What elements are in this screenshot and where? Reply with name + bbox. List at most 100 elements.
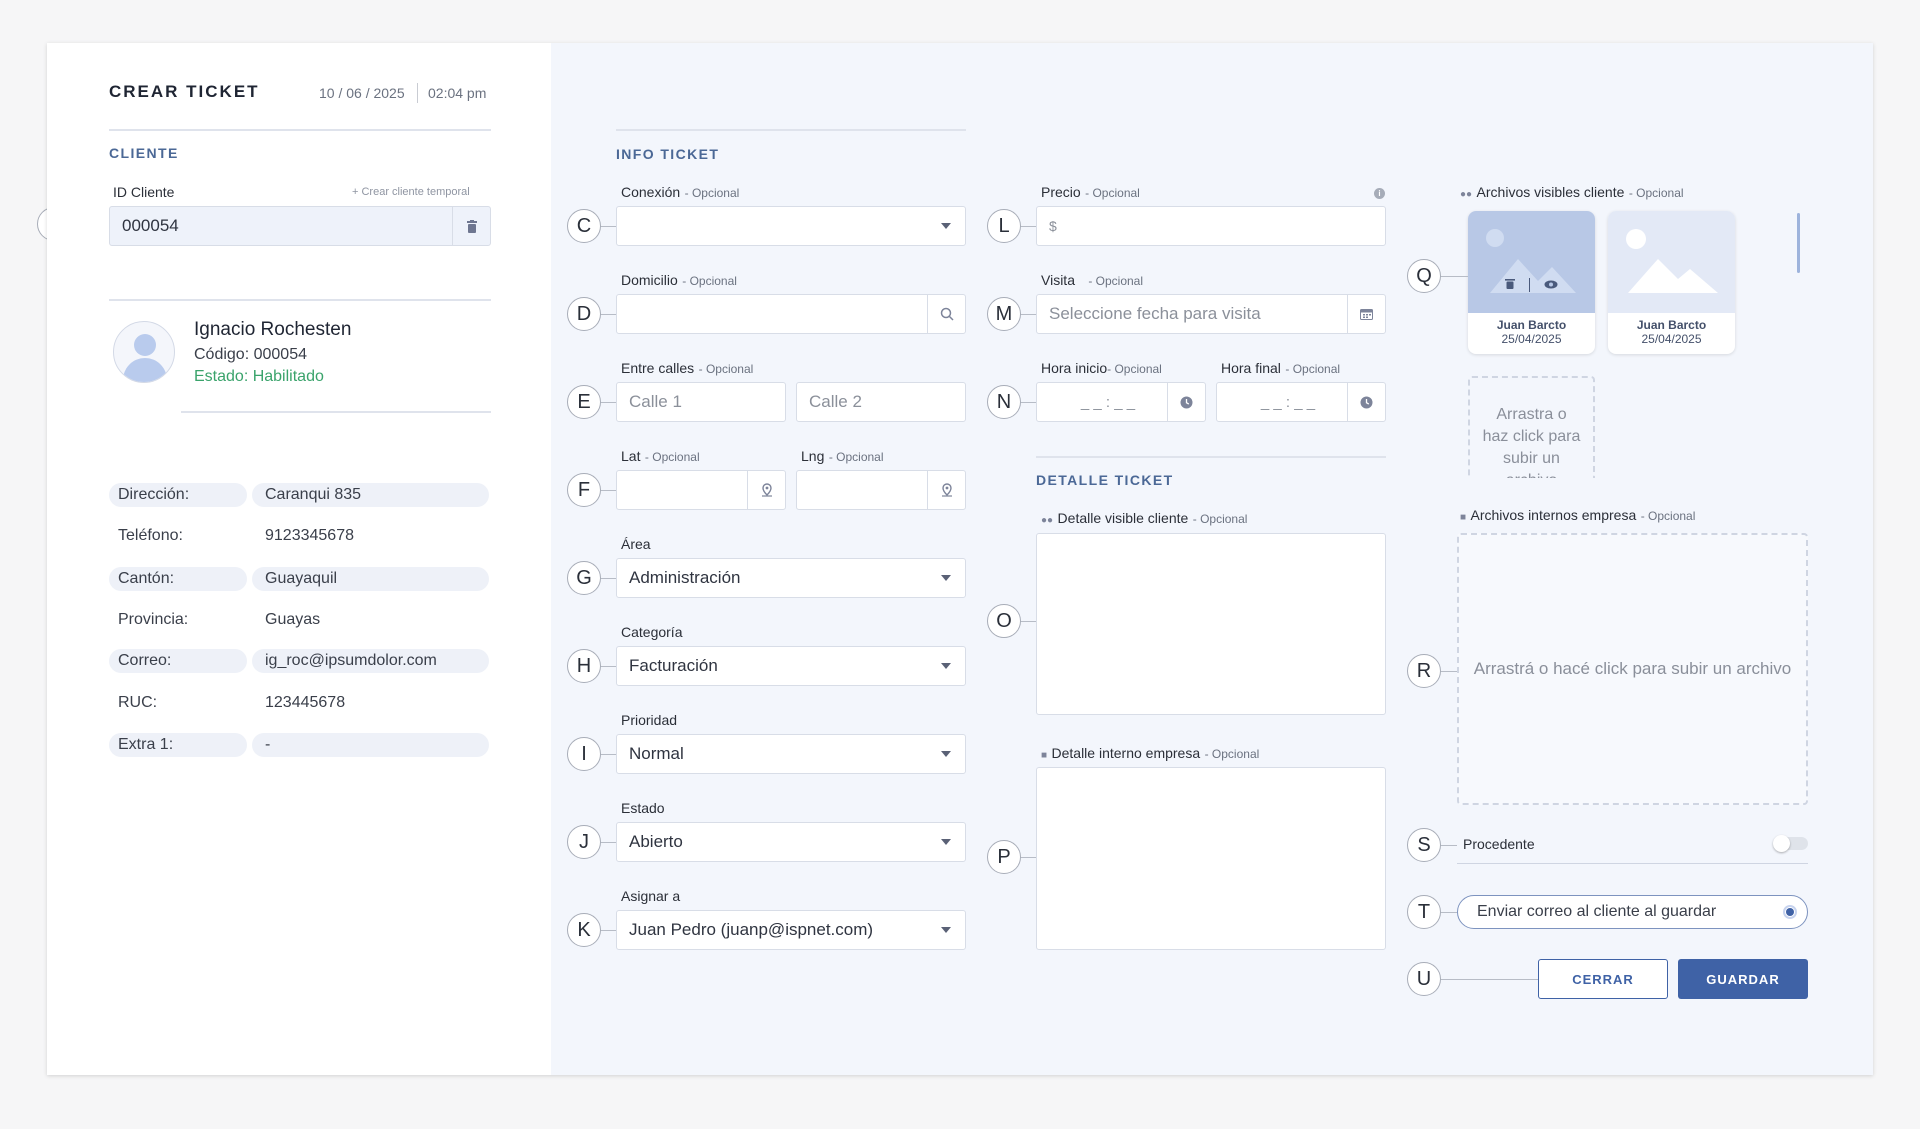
marker-g: G [567,561,601,595]
detail-label-correo: Correo: [109,649,247,673]
file-thumbnail[interactable]: Juan Barcto 25/04/2025 [1468,211,1595,354]
image-preview [1468,211,1595,313]
eye-icon[interactable] [1544,276,1558,294]
marker-m: M [987,297,1021,331]
domicilio-optional: - Opcional [682,274,737,288]
visita-date-input[interactable]: Seleccione fecha para visita [1036,294,1386,334]
lng-label: Lng [801,448,825,464]
marker-line-t [1439,912,1457,913]
archivos-visibles-label-group: ●● Archivos visibles cliente - Opcional [1460,184,1684,202]
trash-icon[interactable] [452,207,490,245]
detail-label-telefono: Teléfono: [118,527,183,544]
marker-p: P [987,840,1021,874]
detail-value-extra1: - [252,733,489,757]
detail-value-provincia: Guayas [265,611,321,628]
crear-cliente-temporal-link[interactable]: + Crear cliente temporal [352,186,470,198]
info-divider [616,129,966,131]
client-name: Ignacio Rochesten [194,319,352,340]
search-icon[interactable] [927,295,965,333]
lat-optional: - Opcional [644,450,700,464]
enviar-correo-label: Enviar correo al cliente al guardar [1477,903,1717,920]
info-icon[interactable]: i [1374,188,1385,199]
asignar-select[interactable]: Juan Pedro (juanp@ispnet.com) [616,910,966,950]
lng-input[interactable] [796,470,966,510]
archivos-internos-label: Archivos internos empresa [1470,507,1637,523]
marker-line-k [599,930,616,931]
id-cliente-input[interactable]: 000054 [109,206,491,246]
header-time: 02:04 pm [428,85,487,101]
precio-label-group: Precio - Opcional [1041,184,1140,202]
client-card-divider [181,411,491,413]
enviar-correo-option[interactable]: Enviar correo al cliente al guardar [1457,895,1808,929]
hora-final-input[interactable]: _ _ : _ _ [1216,382,1386,422]
marker-line-q [1439,276,1468,277]
scrollbar[interactable] [1797,213,1800,273]
asignar-label: Asignar a [621,888,681,904]
detail-value-direccion: Caranqui 835 [252,483,489,507]
entre-calles-label: Entre calles [621,360,695,376]
archivos-visibles-label: Archivos visibles cliente [1476,184,1625,200]
marker-line-f [599,490,616,491]
enviar-correo-radio[interactable] [1783,905,1797,919]
detail-value-ruc: 123445678 [265,694,346,711]
area-label: Área [621,536,651,552]
marker-line-m [1019,314,1036,315]
marker-line-i [599,754,616,755]
create-ticket-dialog: CREAR TICKET 10 / 06 / 2025 02:04 pm CLI… [47,43,1873,1075]
lock-icon: ■ [1460,512,1467,523]
chevron-down-icon [927,559,965,597]
chevron-down-icon [927,911,965,949]
trash-icon[interactable] [1504,276,1515,294]
procedente-label: Procedente [1463,836,1535,852]
map-pin-icon[interactable] [927,471,965,509]
upload-dropzone-internos[interactable]: Arrastrá o hacé click para subir un arch… [1457,533,1808,805]
marker-c: C [567,209,601,243]
cerrar-button[interactable]: CERRAR [1538,959,1668,999]
map-pin-icon[interactable] [747,471,785,509]
chevron-down-icon [927,207,965,245]
marker-o: O [987,604,1021,638]
hora-final-label-group: Hora final - Opcional [1221,360,1340,378]
procedente-toggle[interactable] [1773,835,1808,852]
calle1-input[interactable]: Calle 1 [616,382,786,422]
area-value: Administración [629,568,741,587]
marker-d: D [567,297,601,331]
detalle-section-title: DETALLE TICKET [1036,472,1174,488]
guardar-button[interactable]: GUARDAR [1678,959,1808,999]
calle2-input[interactable]: Calle 2 [796,382,966,422]
clock-icon[interactable] [1167,383,1205,421]
hora-inicio-label: Hora inicio [1041,360,1108,376]
detail-label-canton: Cantón: [109,567,247,591]
categoria-select[interactable]: Facturación [616,646,966,686]
marker-f: F [567,473,601,507]
detail-label-extra1: Extra 1: [109,733,247,757]
detail-label-direccion: Dirección: [109,483,247,507]
calle2-placeholder: Calle 2 [809,392,862,411]
detalle-visible-optional: - Opcional [1192,512,1248,526]
upload-visibles-text: Arrastra o haz click para subir un archi… [1482,406,1581,478]
header-separator [417,83,418,103]
page-title: CREAR TICKET [109,82,260,101]
estado-select[interactable]: Abierto [616,822,966,862]
lat-input[interactable] [616,470,786,510]
precio-input[interactable]: $ [1036,206,1386,246]
detalle-interno-textarea[interactable] [1036,767,1386,950]
calendar-icon[interactable] [1347,295,1385,333]
marker-line-c [599,226,616,227]
clock-icon[interactable] [1347,383,1385,421]
file-author: Juan Barcto [1636,318,1707,332]
users-icon: ●● [1460,189,1473,200]
conexion-select[interactable] [616,206,966,246]
lat-label: Lat [621,448,641,464]
prioridad-select[interactable]: Normal [616,734,966,774]
file-thumbnail[interactable]: Juan Barcto 25/04/2025 [1608,211,1735,354]
detalle-interno-optional: - Opcional [1204,747,1260,761]
hora-inicio-input[interactable]: _ _ : _ _ [1036,382,1206,422]
domicilio-input[interactable] [616,294,966,334]
detalle-visible-textarea[interactable] [1036,533,1386,715]
visita-label: Visita [1041,272,1075,288]
entre-calles-label-group: Entre calles - Opcional [621,360,753,378]
lng-label-group: Lng - Opcional [801,448,884,466]
upload-dropzone-visibles[interactable]: Arrastra o haz click para subir un archi… [1468,376,1595,478]
area-select[interactable]: Administración [616,558,966,598]
